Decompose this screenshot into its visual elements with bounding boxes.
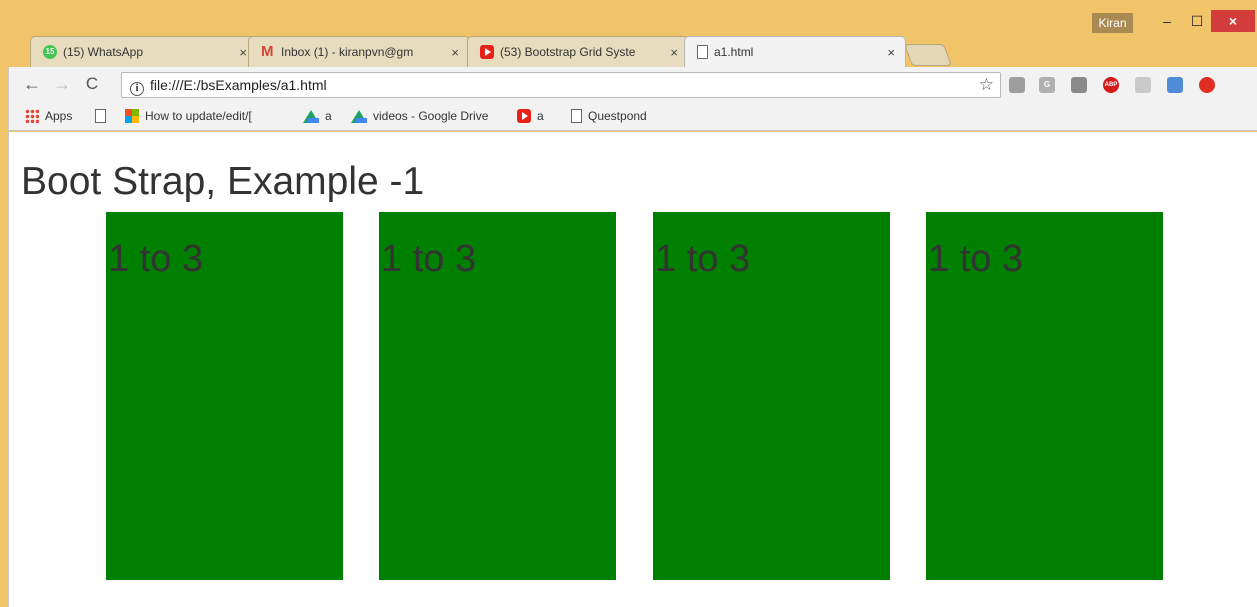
gmail-icon: M bbox=[261, 43, 274, 60]
google-drive-icon bbox=[351, 109, 367, 123]
bookmark-questpond[interactable]: Questpond bbox=[571, 109, 647, 123]
grid-column: 1 to 3 bbox=[653, 212, 890, 580]
bookmark-label: videos - Google Drive bbox=[373, 109, 489, 123]
tab-close-icon[interactable]: × bbox=[451, 45, 459, 60]
tab-gmail-inbox[interactable]: M Inbox (1) - kiranpvn@gm × bbox=[248, 36, 470, 67]
maximize-button[interactable]: ☐ bbox=[1183, 10, 1211, 32]
bookmark-drive-a[interactable]: a bbox=[303, 109, 332, 123]
bookmark-label: Questpond bbox=[588, 109, 647, 123]
minimize-button[interactable]: – bbox=[1153, 10, 1181, 32]
bookmark-how-to-update[interactable]: How to update/edit/[ bbox=[125, 109, 252, 123]
tab-title: a1.html bbox=[714, 45, 754, 59]
page-icon bbox=[95, 109, 106, 123]
adblock-icon[interactable]: ABP bbox=[1103, 77, 1119, 93]
youtube-icon bbox=[480, 45, 494, 59]
browser-window: Kiran – ☐ × 15 (15) WhatsApp × M Inbox (… bbox=[0, 0, 1257, 607]
new-tab-button[interactable] bbox=[903, 44, 953, 66]
column-text: 1 to 3 bbox=[381, 238, 477, 280]
tab-title: (53) Bootstrap Grid Syste bbox=[500, 45, 636, 59]
column-text: 1 to 3 bbox=[108, 238, 204, 280]
microsoft-icon bbox=[125, 109, 139, 123]
tab-strip: 15 (15) WhatsApp × M Inbox (1) - kiranpv… bbox=[0, 36, 1257, 67]
grid-column: 1 to 3 bbox=[379, 212, 616, 580]
forward-button[interactable]: → bbox=[51, 74, 73, 95]
page-content: Boot Strap, Example -1 1 to 3 1 to 3 1 t… bbox=[8, 132, 1257, 607]
bookmark-label: a bbox=[537, 109, 544, 123]
bookmark-label: a bbox=[325, 109, 332, 123]
bookmarks-bar: Apps How to update/edit/[ a videos - Goo… bbox=[8, 103, 1257, 131]
google-drive-icon bbox=[303, 109, 319, 123]
tab-whatsapp[interactable]: 15 (15) WhatsApp × bbox=[30, 36, 258, 67]
bookmark-videos-drive[interactable]: videos - Google Drive bbox=[351, 109, 488, 123]
tab-close-icon[interactable]: × bbox=[887, 45, 895, 60]
url-text: file:///E:/bsExamples/a1.html bbox=[150, 77, 327, 93]
bookmark-star-icon[interactable]: ☆ bbox=[979, 73, 994, 97]
page-title: Boot Strap, Example -1 bbox=[21, 160, 425, 203]
tab-close-icon[interactable]: × bbox=[670, 45, 678, 60]
whatsapp-icon: 15 bbox=[43, 45, 57, 59]
bookmark-label: Apps bbox=[45, 109, 73, 123]
grid-column: 1 to 3 bbox=[106, 212, 343, 580]
column-text: 1 to 3 bbox=[928, 238, 1024, 280]
youtube-icon bbox=[517, 109, 531, 123]
bookmark-label: How to update/edit/[ bbox=[145, 109, 252, 123]
tab-title: Inbox (1) - kiranpvn@gm bbox=[281, 45, 414, 59]
grid-column: 1 to 3 bbox=[926, 212, 1163, 580]
profile-button[interactable]: Kiran bbox=[1092, 13, 1133, 33]
page-icon bbox=[571, 109, 582, 123]
info-icon[interactable]: i bbox=[130, 82, 144, 96]
ext-tts-icon[interactable] bbox=[1009, 77, 1025, 93]
tab-title: (15) WhatsApp bbox=[63, 45, 144, 59]
tab-close-icon[interactable]: × bbox=[239, 45, 247, 60]
ext-grey-icon[interactable] bbox=[1135, 77, 1151, 93]
ext-g-icon[interactable]: G bbox=[1039, 77, 1055, 93]
address-bar[interactable]: i file:///E:/bsExamples/a1.html ☆ bbox=[121, 72, 1001, 98]
reload-button[interactable]: C bbox=[81, 74, 103, 94]
back-button[interactable]: ← bbox=[21, 74, 43, 95]
toolbar: ← → C i file:///E:/bsExamples/a1.html ☆ G… bbox=[8, 67, 1257, 103]
column-text: 1 to 3 bbox=[655, 238, 751, 280]
bookmark-page[interactable] bbox=[95, 109, 112, 123]
apps-icon bbox=[25, 109, 39, 123]
ext-red-icon[interactable] bbox=[1199, 77, 1215, 93]
ext-square-icon[interactable] bbox=[1071, 77, 1087, 93]
tab-youtube[interactable]: (53) Bootstrap Grid Syste × bbox=[467, 36, 689, 67]
ext-blue-icon[interactable] bbox=[1167, 77, 1183, 93]
bookmark-apps[interactable]: Apps bbox=[25, 109, 72, 123]
close-window-button[interactable]: × bbox=[1211, 10, 1255, 32]
bookmark-youtube-a[interactable]: a bbox=[517, 109, 544, 123]
tab-a1-html[interactable]: a1.html × bbox=[684, 36, 906, 67]
page-icon bbox=[697, 45, 708, 59]
